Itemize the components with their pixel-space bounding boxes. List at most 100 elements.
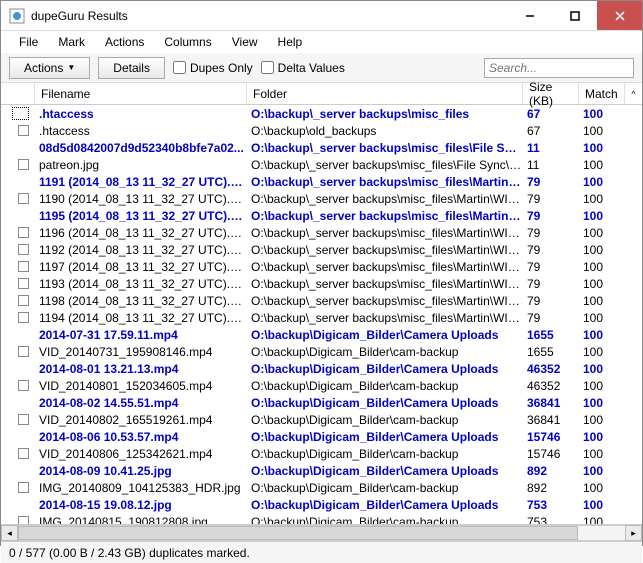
column-headers: Filename Folder Size (KB) Match ^: [1, 83, 642, 105]
cell-folder: O:\backup\_server backups\misc_files\Mar…: [247, 294, 523, 308]
cell-folder: O:\backup\_server backups\misc_files\Mar…: [247, 175, 523, 189]
header-filename[interactable]: Filename: [35, 83, 247, 104]
row-checkbox[interactable]: [1, 482, 35, 493]
cell-filename: .htaccess: [35, 124, 247, 138]
table-row[interactable]: 2014-08-01 13.21.13.mp4O:\backup\Digicam…: [1, 360, 642, 377]
row-checkbox[interactable]: [1, 448, 35, 459]
table-row[interactable]: 1197 (2014_08_13 11_32_27 UTC).001O:\bac…: [1, 258, 642, 275]
cell-size: 11: [523, 158, 579, 172]
cell-folder: O:\backup\_server backups\misc_files: [247, 107, 523, 121]
header-checkbox[interactable]: [1, 83, 35, 104]
dupes-only-checkbox[interactable]: Dupes Only: [173, 61, 253, 75]
row-checkbox[interactable]: [1, 107, 35, 120]
horizontal-scrollbar[interactable]: ◂ ▸: [1, 524, 642, 541]
cell-match: 100: [579, 413, 625, 427]
row-checkbox[interactable]: [1, 261, 35, 272]
table-row[interactable]: VID_20140802_165519261.mp4O:\backup\Digi…: [1, 411, 642, 428]
menu-help[interactable]: Help: [268, 32, 313, 52]
cell-folder: O:\backup\_server backups\misc_files\Fil…: [247, 158, 523, 172]
row-checkbox[interactable]: [1, 244, 35, 255]
menu-view[interactable]: View: [222, 32, 268, 52]
row-checkbox[interactable]: [1, 227, 35, 238]
cell-filename: IMG_20140815_190812808.jpg: [35, 515, 247, 525]
cell-filename: 2014-08-09 10.41.25.jpg: [35, 464, 247, 478]
table-row[interactable]: 2014-08-02 14.55.51.mp4O:\backup\Digicam…: [1, 394, 642, 411]
cell-size: 79: [523, 192, 579, 206]
cell-size: 79: [523, 260, 579, 274]
table-row[interactable]: 2014-08-06 10.53.57.mp4O:\backup\Digicam…: [1, 428, 642, 445]
scrollbar-thumb[interactable]: [18, 526, 578, 540]
cell-size: 892: [523, 481, 579, 495]
table-row[interactable]: .htaccessO:\backup\_server backups\misc_…: [1, 105, 642, 122]
cell-size: 1655: [523, 345, 579, 359]
cell-folder: O:\backup\Digicam_Bilder\Camera Uploads: [247, 328, 523, 342]
row-checkbox[interactable]: [1, 193, 35, 204]
row-checkbox[interactable]: [1, 346, 35, 357]
row-checkbox[interactable]: [1, 414, 35, 425]
row-checkbox[interactable]: [1, 278, 35, 289]
chevron-down-icon: ▼: [67, 63, 75, 72]
row-checkbox[interactable]: [1, 159, 35, 170]
table-row[interactable]: 2014-08-15 19.08.12.jpgO:\backup\Digicam…: [1, 496, 642, 513]
header-size[interactable]: Size (KB): [523, 83, 579, 104]
table-row[interactable]: IMG_20140815_190812808.jpgO:\backup\Digi…: [1, 513, 642, 524]
row-checkbox[interactable]: [1, 380, 35, 391]
table-row[interactable]: 1194 (2014_08_13 11_32_27 UTC).001O:\bac…: [1, 309, 642, 326]
delta-values-checkbox[interactable]: Delta Values: [261, 61, 345, 75]
table-row[interactable]: 2014-08-09 10.41.25.jpgO:\backup\Digicam…: [1, 462, 642, 479]
cell-size: 79: [523, 311, 579, 325]
cell-folder: O:\backup\old_backups: [247, 124, 523, 138]
table-row[interactable]: 1196 (2014_08_13 11_32_27 UTC).001O:\bac…: [1, 224, 642, 241]
table-row[interactable]: 08d5d0842007d9d52340b8bfe7a02...O:\backu…: [1, 139, 642, 156]
row-checkbox[interactable]: [1, 295, 35, 306]
table-row[interactable]: 1193 (2014_08_13 11_32_27 UTC).001O:\bac…: [1, 275, 642, 292]
cell-folder: O:\backup\_server backups\misc_files\Mar…: [247, 311, 523, 325]
results-grid[interactable]: .htaccessO:\backup\_server backups\misc_…: [1, 105, 642, 524]
cell-filename: VID_20140806_125342621.mp4: [35, 447, 247, 461]
table-row[interactable]: 1195 (2014_08_13 11_32_27 UTC).001O:\bac…: [1, 207, 642, 224]
menu-mark[interactable]: Mark: [48, 32, 95, 52]
row-checkbox[interactable]: [1, 125, 35, 136]
cell-match: 100: [579, 311, 625, 325]
cell-match: 100: [579, 430, 625, 444]
table-row[interactable]: IMG_20140809_104125383_HDR.jpgO:\backup\…: [1, 479, 642, 496]
table-row[interactable]: 1191 (2014_08_13 11_32_27 UTC).001O:\bac…: [1, 173, 642, 190]
scroll-right-icon[interactable]: ▸: [625, 525, 642, 541]
row-checkbox[interactable]: [1, 312, 35, 323]
minimize-button[interactable]: [507, 1, 552, 30]
cell-filename: 2014-08-02 14.55.51.mp4: [35, 396, 247, 410]
table-row[interactable]: VID_20140801_152034605.mp4O:\backup\Digi…: [1, 377, 642, 394]
search-input[interactable]: [484, 58, 634, 78]
actions-button[interactable]: Actions▼: [9, 57, 90, 79]
table-row[interactable]: 2014-07-31 17.59.11.mp4O:\backup\Digicam…: [1, 326, 642, 343]
cell-filename: 2014-07-31 17.59.11.mp4: [35, 328, 247, 342]
menu-file[interactable]: File: [9, 32, 48, 52]
table-row[interactable]: patreon.jpgO:\backup\_server backups\mis…: [1, 156, 642, 173]
table-row[interactable]: VID_20140731_195908146.mp4O:\backup\Digi…: [1, 343, 642, 360]
header-match[interactable]: Match: [579, 83, 625, 104]
menu-columns[interactable]: Columns: [154, 32, 221, 52]
cell-match: 100: [579, 362, 625, 376]
row-checkbox[interactable]: [1, 516, 35, 524]
scroll-up-icon[interactable]: ^: [625, 89, 642, 99]
menu-actions[interactable]: Actions: [95, 32, 154, 52]
table-row[interactable]: .htaccessO:\backup\old_backups67100: [1, 122, 642, 139]
cell-size: 36841: [523, 413, 579, 427]
cell-match: 100: [579, 107, 625, 121]
table-row[interactable]: 1192 (2014_08_13 11_32_27 UTC).001O:\bac…: [1, 241, 642, 258]
cell-match: 100: [579, 464, 625, 478]
header-folder[interactable]: Folder: [247, 83, 523, 104]
table-row[interactable]: VID_20140806_125342621.mp4O:\backup\Digi…: [1, 445, 642, 462]
table-row[interactable]: 1190 (2014_08_13 11_32_27 UTC).001O:\bac…: [1, 190, 642, 207]
maximize-button[interactable]: [552, 1, 597, 30]
scroll-left-icon[interactable]: ◂: [1, 525, 18, 541]
cell-filename: 1191 (2014_08_13 11_32_27 UTC).001: [35, 175, 247, 189]
table-row[interactable]: 1198 (2014_08_13 11_32_27 UTC).001O:\bac…: [1, 292, 642, 309]
cell-size: 892: [523, 464, 579, 478]
cell-match: 100: [579, 345, 625, 359]
cell-folder: O:\backup\Digicam_Bilder\cam-backup: [247, 447, 523, 461]
details-button[interactable]: Details: [98, 57, 165, 79]
cell-match: 100: [579, 141, 625, 155]
status-text: 0 / 577 (0.00 B / 2.43 GB) duplicates ma…: [9, 546, 250, 560]
close-button[interactable]: [597, 1, 642, 30]
